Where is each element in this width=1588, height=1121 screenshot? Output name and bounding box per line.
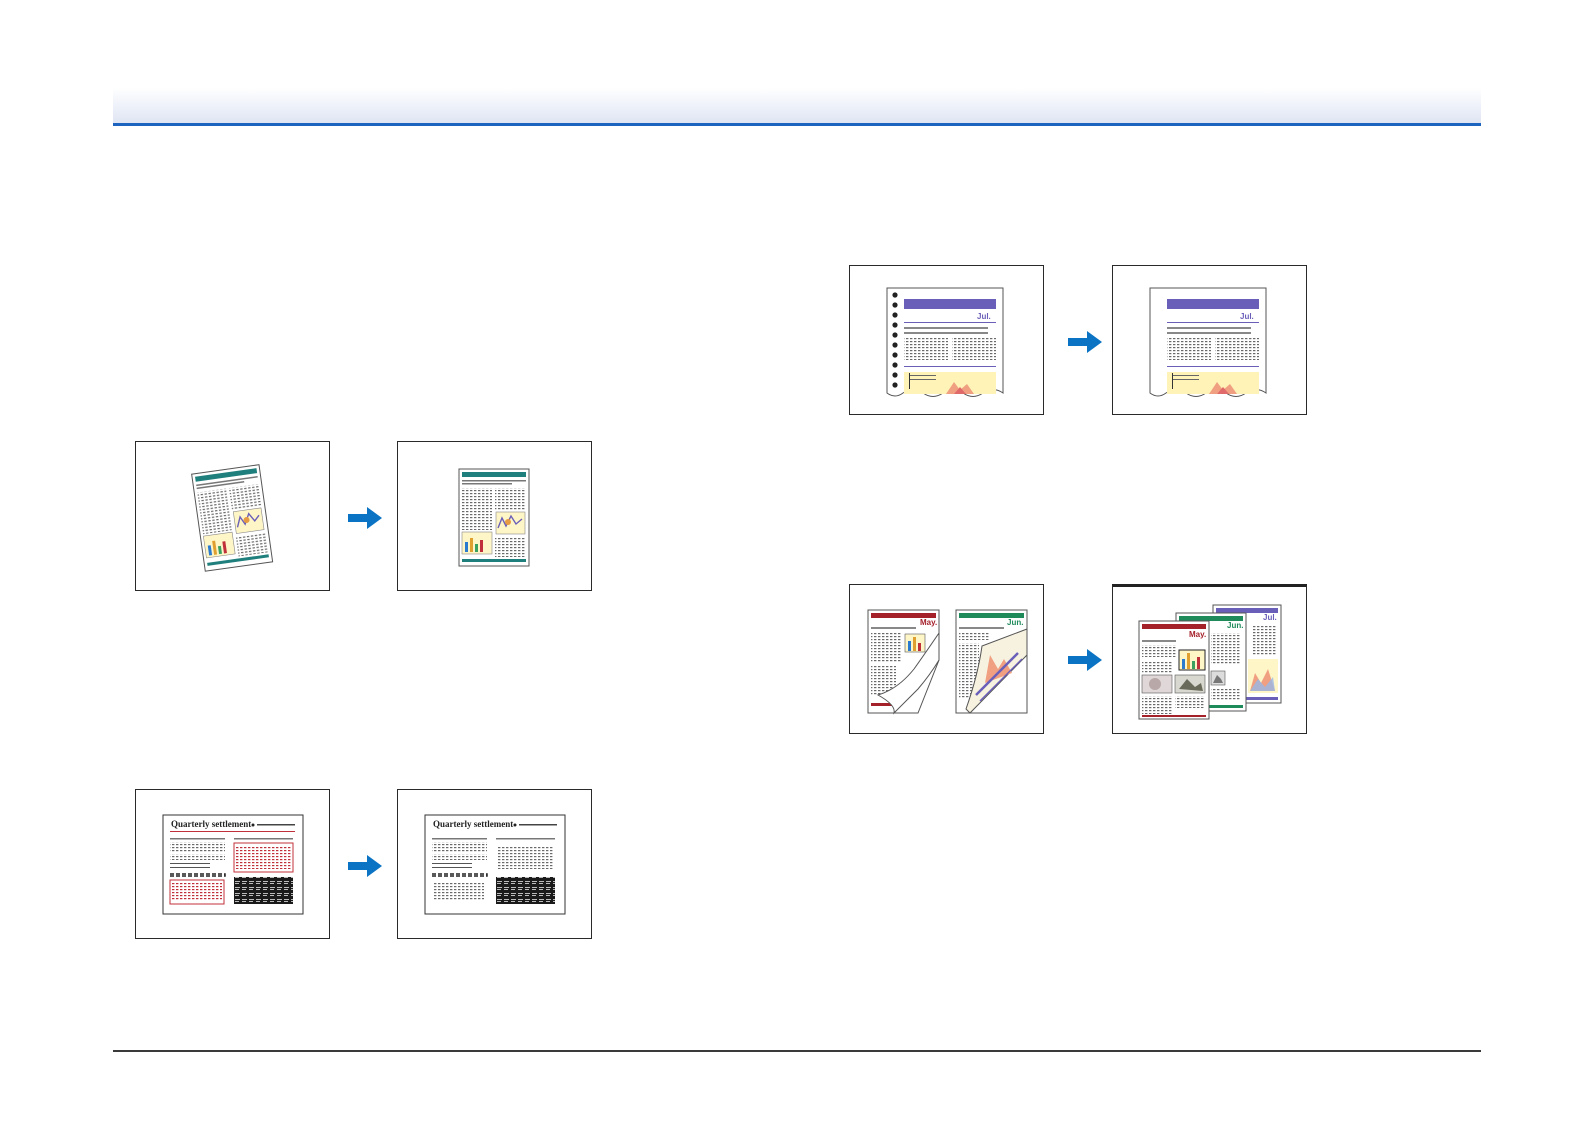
folded-pages-illustration: May. Jun. xyxy=(867,609,1028,715)
stacked-pages-illustration: Jul. Jun. May. xyxy=(1138,604,1282,720)
color-dropped-document-illustration: Quarterly settlement xyxy=(424,814,566,915)
deskew-after-panel xyxy=(397,441,592,591)
month-label: Jul. xyxy=(1263,613,1277,622)
month-label: Jun. xyxy=(1227,621,1243,630)
straightened-document-illustration xyxy=(458,468,530,567)
header-band xyxy=(113,88,1481,123)
folded-before-panel: May. Jun. xyxy=(849,584,1044,734)
color-document-illustration: Quarterly settlement xyxy=(162,814,304,915)
skewed-document-illustration xyxy=(191,464,274,572)
header-rule xyxy=(113,123,1481,126)
dropout-before-panel: Quarterly settlement xyxy=(135,789,330,939)
document-title: Quarterly settlement xyxy=(171,819,251,829)
month-label: Jun. xyxy=(1007,618,1023,627)
month-label: May. xyxy=(1189,630,1206,639)
footer-rule xyxy=(113,1050,1481,1052)
merged-pages-panel: Jul. Jun. May. xyxy=(1112,584,1307,734)
punch-hole-before-panel: Jul. xyxy=(849,265,1044,415)
month-label: Jul. xyxy=(1240,312,1254,321)
arrow-right-icon xyxy=(347,506,383,530)
month-label: Jul. xyxy=(977,312,991,321)
month-label: May. xyxy=(920,618,937,627)
dropout-after-panel: Quarterly settlement xyxy=(397,789,592,939)
arrow-right-icon xyxy=(1067,648,1103,672)
punch-hole-after-panel: Jul. xyxy=(1112,265,1307,415)
arrow-right-icon xyxy=(1067,330,1103,354)
cleaned-document-illustration: Jul. xyxy=(1149,287,1267,397)
arrow-right-icon xyxy=(347,854,383,878)
punched-document-illustration: Jul. xyxy=(886,287,1004,397)
deskew-before-panel xyxy=(135,441,330,591)
document-title: Quarterly settlement xyxy=(433,819,513,829)
